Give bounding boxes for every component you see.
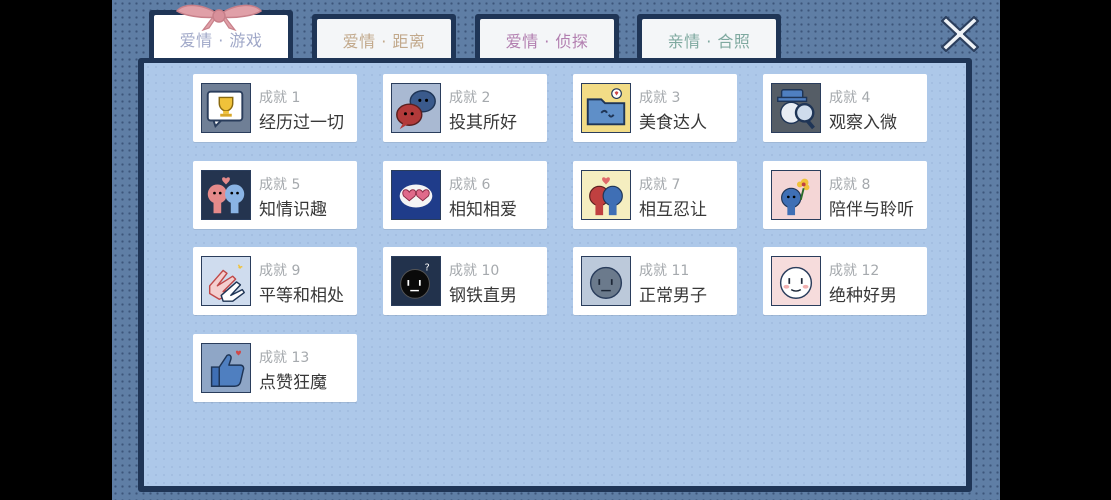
achievement-number: 成就 2: [449, 90, 491, 106]
achievement-card[interactable]: 成就 9 平等和相处: [193, 247, 357, 315]
achievement-card[interactable]: 成就 6 相知相爱: [383, 161, 547, 229]
hearts-cloud-icon: [391, 170, 441, 220]
achievement-number: 成就 6: [449, 177, 491, 193]
achievement-number: 成就 3: [639, 90, 681, 106]
chat-bubbles-icon: [391, 83, 441, 133]
tab-love-detective[interactable]: 爱情 · 侦探: [475, 14, 619, 60]
achievement-number: 成就 9: [259, 263, 301, 279]
achievement-number: 成就 10: [449, 263, 500, 279]
achievement-name: 绝种好男: [829, 286, 897, 306]
achievement-card[interactable]: 成就 5 知情识趣: [193, 161, 357, 229]
clapping-hands-icon: [201, 256, 251, 306]
white-face-icon: [771, 256, 821, 306]
achievement-card[interactable]: 成就 11 正常男子: [573, 247, 737, 315]
achievement-number: 成就 13: [259, 350, 310, 366]
achievement-number: 成就 8: [829, 177, 871, 193]
flower-friend-icon: [771, 170, 821, 220]
couple-icon: [201, 170, 251, 220]
achievement-card[interactable]: 成就 12 绝种好男: [763, 247, 927, 315]
achievement-number: 成就 7: [639, 177, 681, 193]
achievement-name: 知情识趣: [259, 200, 327, 220]
tab-label: 爱情 · 侦探: [480, 19, 614, 60]
tab-label: 爱情 · 距离: [317, 19, 451, 60]
achievement-name: 正常男子: [639, 286, 707, 306]
achievement-name: 陪伴与聆听: [829, 200, 914, 220]
achievement-name: 观察入微: [829, 113, 897, 133]
thumbs-up-icon: [201, 343, 251, 393]
achievement-card[interactable]: 成就 2 投其所好: [383, 74, 547, 142]
achievement-card[interactable]: 成就 7 相互忍让: [573, 161, 737, 229]
svg-text:?: ?: [425, 262, 430, 273]
tab-love-game[interactable]: 爱情 · 游戏: [149, 4, 293, 62]
achievement-name: 相互忍让: [639, 200, 707, 220]
achievement-name: 投其所好: [449, 113, 517, 133]
folder-face-icon: [581, 83, 631, 133]
achievement-name: 经历过一切: [259, 113, 344, 133]
achievement-card[interactable]: 成就 13 点赞狂魔: [193, 334, 357, 402]
grey-face-icon: [581, 256, 631, 306]
dark-face-icon: ?: [391, 256, 441, 306]
achievement-number: 成就 1: [259, 90, 301, 106]
achievement-card[interactable]: 成就 4 观察入微: [763, 74, 927, 142]
achievement-card[interactable]: 成就 1 经历过一切: [193, 74, 357, 142]
magnifier-detective-icon: [771, 83, 821, 133]
achievement-number: 成就 4: [829, 90, 871, 106]
couple-heart-icon: [581, 170, 631, 220]
achievement-name: 钢铁直男: [449, 286, 517, 306]
achievement-number: 成就 12: [829, 263, 880, 279]
achievement-number: 成就 11: [639, 263, 690, 279]
achievement-number: 成就 5: [259, 177, 301, 193]
achievement-card[interactable]: ? 成就 10 钢铁直男: [383, 247, 547, 315]
tab-family-photo[interactable]: 亲情 · 合照: [637, 14, 781, 60]
trophy-icon: [201, 83, 251, 133]
achievement-card[interactable]: 成就 3 美食达人: [573, 74, 737, 142]
tab-label: 亲情 · 合照: [642, 19, 776, 60]
achievement-name: 平等和相处: [259, 286, 344, 306]
ribbon-bow-icon: [175, 4, 263, 31]
achievement-card[interactable]: 成就 8 陪伴与聆听: [763, 161, 927, 229]
achievement-name: 相知相爱: [449, 200, 517, 220]
tab-love-distance[interactable]: 爱情 · 距离: [312, 14, 456, 60]
achievement-name: 点赞狂魔: [259, 373, 327, 393]
close-icon[interactable]: [938, 11, 982, 55]
achievement-name: 美食达人: [639, 113, 707, 133]
